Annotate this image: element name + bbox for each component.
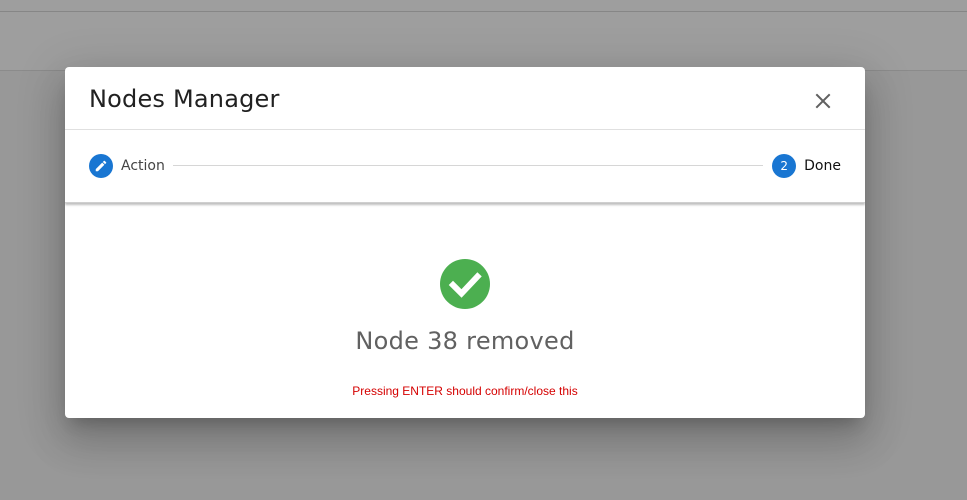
step-action[interactable]: Action xyxy=(89,154,165,178)
step-action-indicator xyxy=(89,154,113,178)
close-button[interactable] xyxy=(809,87,837,115)
close-icon xyxy=(815,93,831,109)
step-done-indicator: 2 xyxy=(772,154,797,178)
step-done-label: Done xyxy=(804,158,841,174)
step-action-label: Action xyxy=(121,158,165,174)
stepper: Action 2 Done xyxy=(65,130,865,203)
pencil-icon xyxy=(95,160,107,172)
nodes-manager-dialog: Nodes Manager Action 2 Done Node 38 remo… xyxy=(65,67,865,418)
step-connector xyxy=(173,165,763,166)
dialog-header: Nodes Manager xyxy=(65,67,865,130)
hint-text: Pressing ENTER should confirm/close this xyxy=(352,384,578,398)
dialog-content: Node 38 removed Pressing ENTER should co… xyxy=(65,203,865,418)
check-circle-icon xyxy=(440,259,490,309)
step-done[interactable]: 2 Done xyxy=(772,154,841,178)
dialog-title: Nodes Manager xyxy=(89,85,280,113)
status-message: Node 38 removed xyxy=(355,327,575,355)
